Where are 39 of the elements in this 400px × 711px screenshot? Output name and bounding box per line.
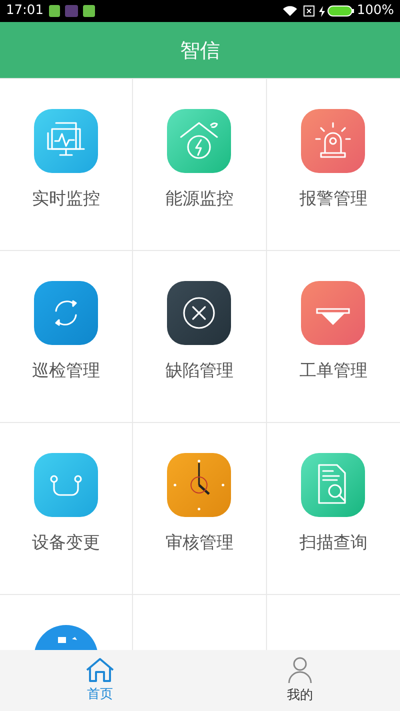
tile-label: 实时监控 xyxy=(32,188,100,211)
tile-label: 能源监控 xyxy=(165,188,234,211)
no-sim-icon xyxy=(302,5,315,17)
menu-tile[interactable]: 审核管理 xyxy=(133,423,267,595)
tile-label: 报警管理 xyxy=(299,188,368,211)
header-title: 智信 xyxy=(180,37,220,64)
home-icon xyxy=(85,656,115,683)
user-icon xyxy=(287,656,313,684)
tile-label: 审核管理 xyxy=(165,532,234,555)
link-icon xyxy=(34,453,98,517)
menu-tile[interactable]: 工单管理 xyxy=(266,251,400,423)
menu-tile[interactable]: 缺陷管理 xyxy=(133,251,267,423)
document-search-icon xyxy=(301,453,366,517)
menu-tile[interactable]: 设备变更 xyxy=(0,423,134,595)
battery-percent: 100% xyxy=(356,2,394,20)
menu-tile[interactable]: 报警管理 xyxy=(266,79,400,251)
tile-label: 工单管理 xyxy=(299,360,368,383)
tile-label: 设备变更 xyxy=(32,532,100,555)
tile-label: 扫描查询 xyxy=(299,532,368,555)
app-icon xyxy=(83,5,96,17)
notification-icon xyxy=(49,5,60,17)
monitor-icon xyxy=(34,109,98,173)
sync-icon xyxy=(34,281,98,345)
charging-icon xyxy=(318,6,325,16)
menu-tile[interactable]: 扫描查询 xyxy=(266,423,400,595)
receipt-tray-icon xyxy=(301,281,366,345)
house-bolt-icon xyxy=(167,109,232,173)
tile-label: 缺陷管理 xyxy=(165,360,234,383)
menu-tile[interactable]: 实时监控 xyxy=(0,79,134,251)
menu-tile[interactable]: 能源监控 xyxy=(133,79,267,251)
tile-label: 巡检管理 xyxy=(32,360,100,383)
clock-icon xyxy=(167,453,232,517)
status-time: 17:01 xyxy=(6,2,44,20)
siren-icon xyxy=(301,109,366,173)
wifi-icon xyxy=(282,6,297,16)
battery-icon xyxy=(326,5,355,17)
menu-tile[interactable]: 巡检管理 xyxy=(0,251,134,423)
app-icon xyxy=(65,5,78,17)
nav-tab[interactable]: 我的 xyxy=(200,650,400,711)
